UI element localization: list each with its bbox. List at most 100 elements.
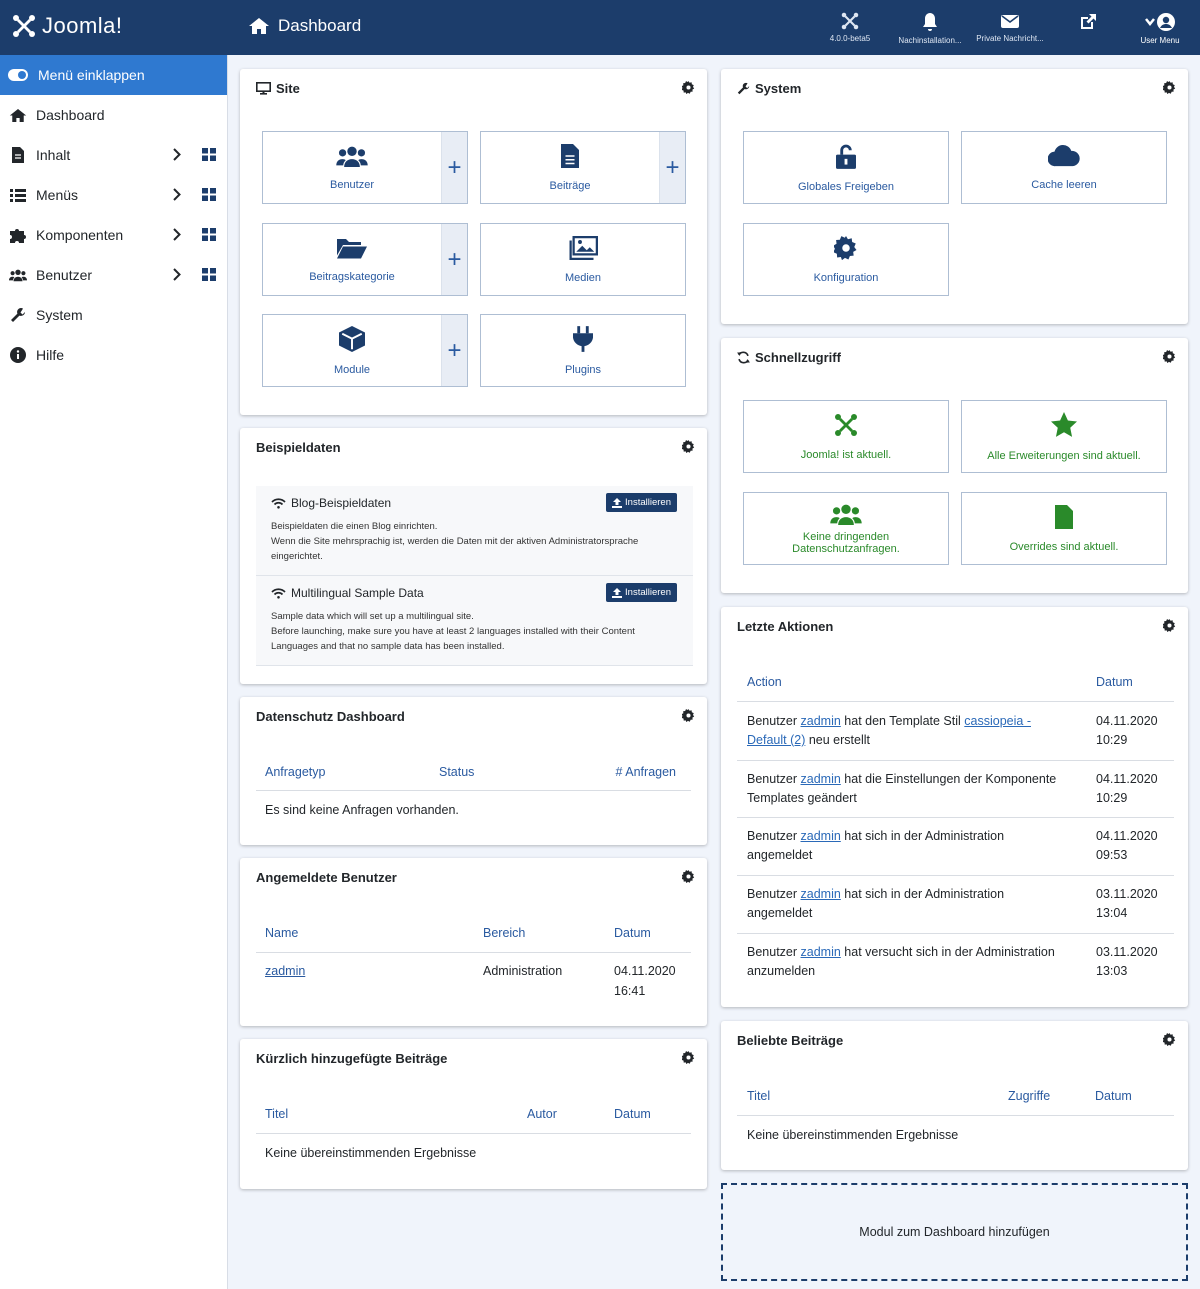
dashboard-grid-icon[interactable] [202,228,216,241]
cog-icon [834,235,857,260]
column-header[interactable]: # Anfragen [616,765,676,779]
column-header[interactable]: Autor [527,1107,557,1121]
column-header[interactable]: Datum [1095,1089,1132,1103]
column-header[interactable]: Action [747,675,782,689]
chevron-right-icon[interactable] [173,268,181,281]
add-category-button[interactable]: + [441,224,467,295]
column-header[interactable]: Datum [614,926,651,940]
action-time: 10:29 [1096,791,1128,805]
latest-actions-title: Letzte Aktionen [737,619,834,634]
envelope-icon [1001,15,1019,28]
version-item[interactable]: 4.0.0-beta5 [810,12,890,43]
tile-media-label: Medien [564,271,602,284]
install-button[interactable]: Installieren [606,583,677,602]
gear-icon[interactable] [1163,619,1176,632]
user-menu-item[interactable]: User Menu [1120,12,1200,45]
sidebar-item-content[interactable]: Inhalt [0,135,227,175]
dashboard-grid-icon[interactable] [202,188,216,201]
column-header[interactable]: Status [439,765,474,779]
tile-media-link[interactable]: Medien [481,224,685,295]
tile-plugins-link[interactable]: Plugins [481,315,685,386]
tile-clear-cache[interactable]: Cache leeren [961,131,1167,204]
column-header[interactable]: Name [265,926,298,940]
empty-message: Es sind keine Anfragen vorhanden. [265,803,459,817]
sidebar-item-system[interactable]: System [0,295,227,335]
images-icon [569,235,598,260]
tile-privacy-requests[interactable]: Keine dringenden Datenschutzanfragen. [743,492,949,565]
action-time: 10:29 [1096,733,1128,747]
tile-modules-link[interactable]: Module [263,315,441,386]
dashboard-grid-icon[interactable] [202,148,216,161]
sidebar-item-help[interactable]: Hilfe [0,335,227,375]
sidebar-item-label: Hilfe [36,347,65,363]
column-header[interactable]: Anfragetyp [265,765,325,779]
preview-site-item[interactable] [1048,12,1128,36]
gear-icon[interactable] [682,709,695,722]
sidebar-item-components[interactable]: Komponenten [0,215,227,255]
add-user-button[interactable]: + [441,132,467,203]
gear-icon[interactable] [682,870,695,883]
column-header[interactable]: Bereich [483,926,525,940]
sidebar-item-users[interactable]: Benutzer [0,255,227,295]
tile-configuration[interactable]: Konfiguration [743,223,949,296]
sample-item-desc: Beispieldaten die einen Blog einrichten.… [271,521,639,562]
action-time: 13:04 [1096,906,1128,920]
chevron-right-icon[interactable] [173,228,181,241]
column-header[interactable]: Titel [747,1089,770,1103]
home-icon [9,108,27,123]
gear-icon[interactable] [1163,1033,1176,1046]
add-dashboard-module-button[interactable]: Modul zum Dashboard hinzufügen [721,1183,1188,1281]
sidebar-item-dashboard[interactable]: Dashboard [0,95,227,135]
user-link[interactable]: zadmin [801,887,841,901]
user-link[interactable]: zadmin [801,772,841,786]
tile-overrides[interactable]: Overrides sind aktuell. [961,492,1167,565]
action-time: 09:53 [1096,848,1128,862]
tile-extensions-update[interactable]: Alle Erweiterungen sind aktuell. [961,400,1167,473]
joomla-logo[interactable]: Joomla! [12,13,123,39]
dashboard-grid-icon[interactable] [202,268,216,281]
tile-users-link[interactable]: Benutzer [263,132,441,203]
user-link[interactable]: zadmin [801,945,841,959]
unlock-icon [836,144,856,169]
sidebar-item-label: Menüs [36,187,79,203]
external-link-icon [1081,14,1096,29]
recent-articles-title: Kürzlich hinzugefügte Beiträge [256,1051,448,1066]
collapse-menu-toggle[interactable]: Menü einklappen [0,55,227,95]
tile-articles-link[interactable]: Beiträge [481,132,659,203]
wrench-icon [9,307,27,323]
sidebar-item-menus[interactable]: Menüs [0,175,227,215]
tile-categories-link[interactable]: Beitragskategorie [263,224,441,295]
column-header[interactable]: Datum [614,1107,651,1121]
private-messages-item[interactable]: Private Nachricht... [970,12,1050,43]
user-link[interactable]: zadmin [801,829,841,843]
wifi-icon [271,497,286,509]
add-article-button[interactable]: + [659,132,685,203]
post-install-item[interactable]: Nachinstallation... [890,12,970,45]
divider [737,1115,1174,1116]
user-link[interactable]: zadmin [265,962,305,981]
popular-articles-module: Beliebte Beiträge Titel Zugriffe Datum K… [721,1021,1188,1170]
tile-joomla-update[interactable]: Joomla! ist aktuell. [743,400,949,473]
latest-actions-module: Letzte Aktionen Action Datum Benutzer za… [721,607,1188,1007]
gear-icon[interactable] [682,1051,695,1064]
sidebar-item-label: System [36,307,83,323]
column-header[interactable]: Datum [1096,675,1133,689]
tile-global-checkin[interactable]: Globales Freigeben [743,131,949,204]
column-header[interactable]: Zugriffe [1008,1089,1050,1103]
gear-icon[interactable] [682,81,695,94]
gear-icon[interactable] [1163,81,1176,94]
install-button[interactable]: Installieren [606,493,677,512]
chevron-right-icon[interactable] [173,148,181,161]
user-link[interactable]: zadmin [801,714,841,728]
tile-extensions-update-label: Alle Erweiterungen sind aktuell. [987,449,1141,462]
chevron-right-icon[interactable] [173,188,181,201]
system-module: System Globales Freigeben Cache leeren K… [721,69,1188,324]
gear-icon[interactable] [682,440,695,453]
add-module-button[interactable]: + [441,315,467,386]
column-header[interactable]: Titel [265,1107,288,1121]
cloud-icon [1048,144,1080,166]
action-text: Benutzer zadmin hat versucht sich in der… [747,945,1055,978]
tile-privacy-requests-label: Keine dringenden Datenschutzanfragen. [792,530,900,555]
gear-icon[interactable] [1163,350,1176,363]
divider [256,952,691,953]
